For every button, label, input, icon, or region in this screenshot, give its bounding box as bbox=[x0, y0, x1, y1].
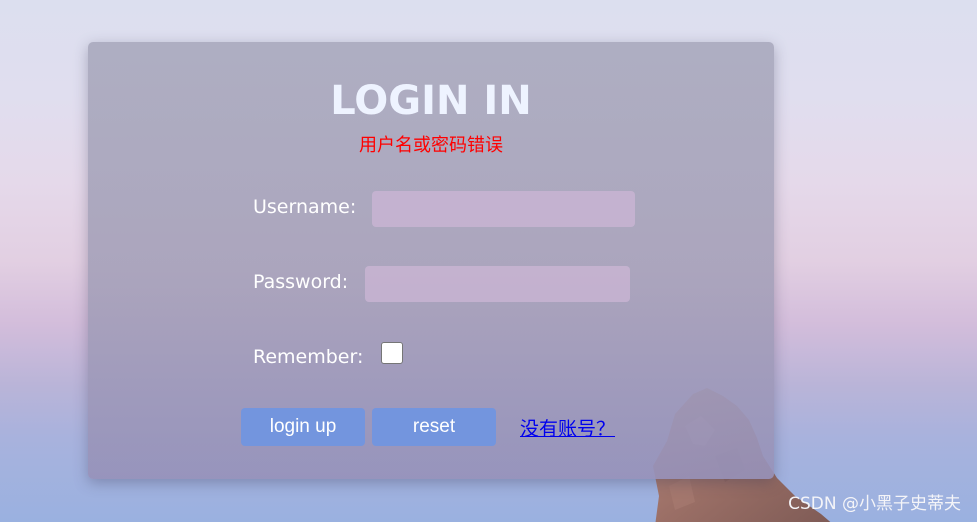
register-link[interactable]: 没有账号？ bbox=[520, 414, 615, 441]
login-button[interactable]: login up bbox=[241, 408, 365, 446]
watermark-text: CSDN @小黑子史蒂夫 bbox=[788, 494, 961, 514]
username-input[interactable] bbox=[372, 191, 635, 227]
username-label: Username: bbox=[253, 196, 357, 218]
reset-button[interactable]: reset bbox=[372, 408, 496, 446]
login-title: LOGIN IN bbox=[330, 78, 532, 124]
remember-checkbox[interactable] bbox=[381, 342, 403, 364]
password-label: Password: bbox=[253, 271, 349, 293]
remember-label: Remember: bbox=[253, 346, 364, 368]
error-message: 用户名或密码错误 bbox=[359, 135, 503, 156]
password-input[interactable] bbox=[365, 266, 630, 302]
